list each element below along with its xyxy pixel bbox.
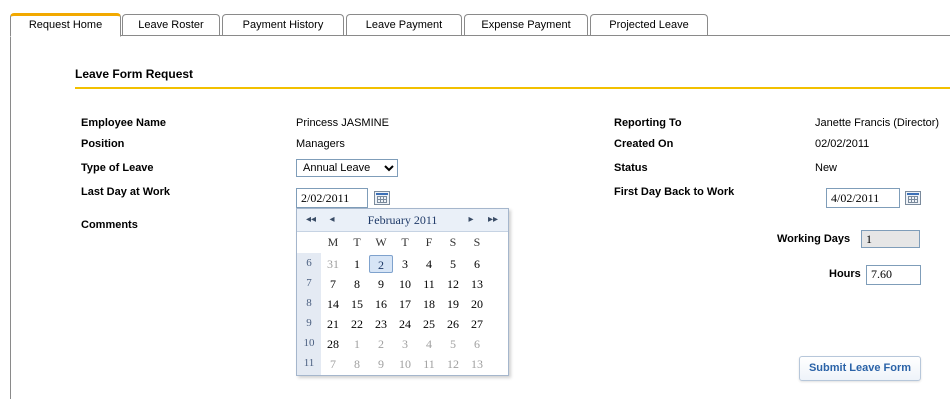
next-month-icon[interactable]: ▸ bbox=[463, 213, 479, 227]
calendar-header: ◂◂ ◂ February 2011 ▸ ▸▸ bbox=[297, 209, 508, 232]
created-on-value: 02/02/2011 bbox=[815, 138, 870, 150]
calendar-icon[interactable] bbox=[374, 191, 390, 205]
calendar-day[interactable]: 1 bbox=[345, 335, 369, 353]
prev-year-icon[interactable]: ◂◂ bbox=[303, 213, 319, 227]
calendar-day[interactable]: 12 bbox=[441, 275, 465, 293]
weekday-label: T bbox=[353, 235, 361, 249]
calendar-day[interactable]: 13 bbox=[465, 275, 489, 293]
hours-input[interactable]: 7.60 bbox=[866, 265, 921, 285]
calendar-day[interactable]: 12 bbox=[441, 355, 465, 373]
title-divider bbox=[75, 87, 950, 89]
calendar-day[interactable]: 24 bbox=[393, 315, 417, 333]
week-number: 9 bbox=[306, 317, 312, 329]
last-day-input[interactable]: 2/02/2011 bbox=[296, 188, 368, 208]
tab-expense-payment[interactable]: Expense Payment bbox=[464, 14, 588, 35]
panel-border bbox=[10, 36, 11, 399]
type-of-leave-label: Type of Leave bbox=[81, 162, 154, 174]
position-label: Position bbox=[81, 138, 125, 150]
week-number: 8 bbox=[306, 297, 312, 309]
tab-leave-roster[interactable]: Leave Roster bbox=[122, 14, 220, 35]
prev-month-icon[interactable]: ◂ bbox=[324, 213, 340, 227]
calendar-day[interactable]: 8 bbox=[345, 355, 369, 373]
calendar-day[interactable]: 25 bbox=[417, 315, 441, 333]
calendar-day[interactable]: 21 bbox=[321, 315, 345, 333]
calendar-day[interactable]: 14 bbox=[321, 295, 345, 313]
calendar-day[interactable]: 20 bbox=[465, 295, 489, 313]
calendar-day[interactable]: 5 bbox=[441, 255, 465, 273]
weekday-label: M bbox=[327, 235, 339, 249]
reporting-to-value: Janette Francis (Director) bbox=[815, 117, 940, 129]
working-days-label: Working Days bbox=[777, 233, 851, 245]
calendar-day[interactable]: 11 bbox=[417, 275, 441, 293]
position-value: Managers bbox=[296, 138, 345, 150]
calendar-day[interactable]: 3 bbox=[393, 335, 417, 353]
calendar-day[interactable]: 8 bbox=[345, 275, 369, 293]
calendar-day[interactable]: 4 bbox=[417, 255, 441, 273]
first-day-back-input[interactable]: 4/02/2011 bbox=[826, 188, 900, 208]
tab-request-home[interactable]: Request Home bbox=[10, 13, 121, 37]
week-number: 11 bbox=[303, 357, 315, 369]
tab-leave-payment[interactable]: Leave Payment bbox=[346, 14, 462, 35]
calendar-day[interactable]: 4 bbox=[417, 335, 441, 353]
calendar-day[interactable]: 27 bbox=[465, 315, 489, 333]
tab-bar: Request Home Leave Roster Payment Histor… bbox=[0, 0, 950, 37]
reporting-to-label: Reporting To bbox=[614, 117, 682, 129]
status-label: Status bbox=[614, 162, 648, 174]
calendar-day[interactable]: 9 bbox=[369, 355, 393, 373]
submit-leave-form-button[interactable]: Submit Leave Form bbox=[799, 356, 921, 381]
calendar-day[interactable]: 26 bbox=[441, 315, 465, 333]
first-day-back-label: First Day Back to Work bbox=[614, 186, 735, 198]
calendar-day[interactable]: 28 bbox=[321, 335, 345, 353]
form-title: Leave Form Request bbox=[75, 67, 194, 81]
calendar-day[interactable]: 13 bbox=[465, 355, 489, 373]
calendar-day[interactable]: 7 bbox=[321, 275, 345, 293]
week-number: 10 bbox=[303, 337, 315, 349]
calendar-day[interactable]: 15 bbox=[345, 295, 369, 313]
tab-projected-leave[interactable]: Projected Leave bbox=[590, 14, 708, 35]
comments-label: Comments bbox=[81, 219, 138, 231]
calendar-day[interactable]: 9 bbox=[369, 275, 393, 293]
calendar-day[interactable]: 6 bbox=[465, 255, 489, 273]
week-number: 7 bbox=[306, 277, 312, 289]
calendar-day[interactable]: 5 bbox=[441, 335, 465, 353]
type-of-leave-select[interactable]: Annual Leave bbox=[296, 159, 398, 177]
weekday-label: W bbox=[375, 235, 387, 249]
next-year-icon[interactable]: ▸▸ bbox=[485, 213, 501, 227]
calendar-day[interactable]: 11 bbox=[417, 355, 441, 373]
last-day-label: Last Day at Work bbox=[81, 186, 171, 198]
calendar-day[interactable]: 6 bbox=[465, 335, 489, 353]
calendar-day[interactable]: 19 bbox=[441, 295, 465, 313]
calendar-month-title[interactable]: February 2011 bbox=[347, 213, 458, 227]
employee-name-value: Princess JASMINE bbox=[296, 117, 389, 129]
working-days-field: 1 bbox=[861, 230, 920, 248]
calendar-day[interactable]: 2 bbox=[369, 335, 393, 353]
calendar-day[interactable]: 22 bbox=[345, 315, 369, 333]
calendar-day-selected[interactable]: 2 bbox=[369, 255, 393, 273]
created-on-label: Created On bbox=[614, 138, 674, 150]
calendar-icon[interactable] bbox=[905, 191, 921, 205]
calendar-day[interactable]: 10 bbox=[393, 275, 417, 293]
tab-payment-history[interactable]: Payment History bbox=[222, 14, 344, 35]
weekday-label: F bbox=[425, 235, 433, 249]
status-value: New bbox=[815, 162, 838, 174]
week-number: 6 bbox=[306, 257, 312, 269]
calendar-day[interactable]: 23 bbox=[369, 315, 393, 333]
calendar-day[interactable]: 7 bbox=[321, 355, 345, 373]
weekday-label: S bbox=[473, 235, 481, 249]
calendar-day[interactable]: 1 bbox=[345, 255, 369, 273]
calendar-day[interactable]: 16 bbox=[369, 295, 393, 313]
employee-name-label: Employee Name bbox=[81, 117, 166, 129]
calendar-day[interactable]: 18 bbox=[417, 295, 441, 313]
calendar-day[interactable]: 10 bbox=[393, 355, 417, 373]
calendar-day[interactable]: 31 bbox=[321, 255, 345, 273]
weekday-label: S bbox=[449, 235, 457, 249]
hours-label: Hours bbox=[829, 268, 861, 280]
calendar-day[interactable]: 17 bbox=[393, 295, 417, 313]
date-picker-popup: ◂◂ ◂ February 2011 ▸ ▸▸ MTWTFSS 6 31 1 2 3 4 5… bbox=[296, 208, 509, 376]
calendar-day[interactable]: 3 bbox=[393, 255, 417, 273]
weekday-label: T bbox=[401, 235, 409, 249]
